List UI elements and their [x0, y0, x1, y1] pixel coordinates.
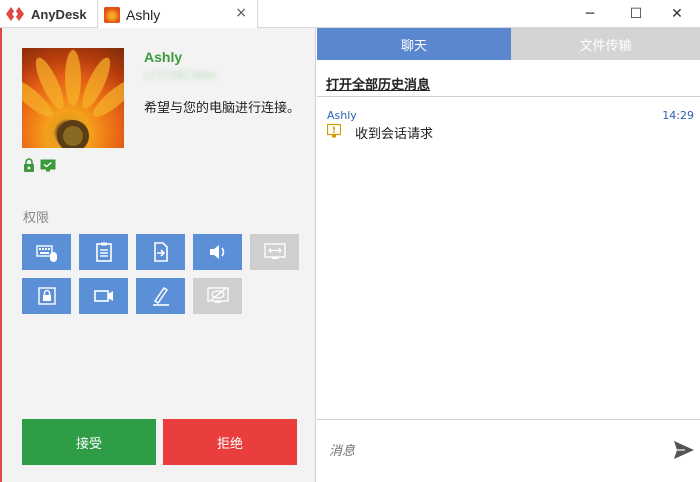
message-input[interactable] [329, 444, 659, 459]
lock-icon [37, 287, 56, 305]
minimize-button[interactable]: ─ [567, 0, 613, 28]
accept-button[interactable]: 接受 [22, 419, 156, 465]
close-window-button[interactable]: ✕ [654, 0, 700, 28]
perm-keyboard-mouse-button[interactable] [22, 234, 71, 270]
open-history-link[interactable]: 打开全部历史消息 [326, 74, 430, 93]
permissions-label: 权限 [23, 211, 50, 226]
file-transfer-icon [153, 242, 168, 262]
tab-avatar-icon [104, 6, 120, 23]
incoming-request-panel: Ashly (737282369) 希望与您的电脑进行连接。 权限 接受 拒绝 [0, 28, 316, 482]
sound-icon [209, 245, 224, 259]
perm-record-button[interactable] [79, 278, 128, 314]
perm-privacy-button[interactable] [193, 278, 242, 314]
perm-lock-button[interactable] [22, 278, 71, 314]
title-bar: AnyDesk Ashly × ─ ☐ ✕ [0, 0, 700, 29]
tab-title: Ashly [126, 6, 161, 23]
perm-clipboard-button[interactable] [79, 234, 128, 270]
caller-avatar [22, 48, 124, 148]
anydesk-home-tab[interactable]: AnyDesk [0, 0, 98, 28]
send-icon[interactable] [673, 439, 695, 461]
decline-button[interactable]: 拒绝 [163, 419, 297, 465]
perm-draw-button[interactable] [136, 278, 185, 314]
connection-request-text: 希望与您的电脑进行连接。 [144, 101, 301, 116]
caller-id: (737282369) [144, 69, 216, 82]
caller-name: Ashly [144, 49, 183, 65]
monitor-status-icon [40, 159, 56, 171]
message-time: 14:29 [662, 109, 694, 122]
keyboard-mouse-icon [35, 245, 57, 262]
perm-file-transfer-button[interactable] [136, 234, 185, 270]
record-icon [93, 290, 113, 302]
flower-image [22, 50, 124, 148]
divider [317, 419, 700, 420]
session-request-icon [327, 124, 341, 138]
clipboard-icon [95, 242, 112, 262]
draw-icon [152, 286, 169, 306]
message-sender: Ashly [327, 109, 357, 122]
brand-name: AnyDesk [31, 6, 87, 22]
control-screen-icon [263, 243, 286, 259]
perm-control-screen-button[interactable] [250, 234, 299, 270]
maximize-button[interactable]: ☐ [613, 0, 659, 28]
divider [317, 96, 700, 97]
anydesk-logo-icon [6, 7, 24, 21]
chat-panel: 聊天 文件传输 打开全部历史消息 Ashly 14:29 收到会话请求 [317, 28, 700, 482]
perm-sound-button[interactable] [193, 234, 242, 270]
session-tab-ashly[interactable]: Ashly × [98, 0, 258, 29]
tab-file-transfer[interactable]: 文件传输 [511, 28, 700, 60]
tab-chat[interactable]: 聊天 [317, 28, 511, 60]
lock-status-icon [24, 158, 34, 172]
privacy-icon [206, 287, 229, 303]
session-status [23, 158, 56, 172]
tab-close-icon[interactable]: × [235, 5, 247, 21]
message-text: 收到会话请求 [355, 127, 434, 142]
